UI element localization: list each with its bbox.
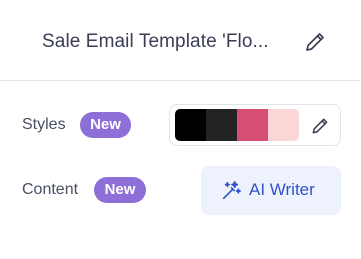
color-swatches <box>175 109 299 141</box>
ai-writer-label: AI Writer <box>249 180 315 199</box>
styles-label: Styles <box>22 116 66 133</box>
color-swatch <box>237 109 268 141</box>
color-swatch <box>268 109 299 141</box>
content-label: Content <box>22 181 79 198</box>
style-palette-picker[interactable] <box>169 104 341 146</box>
pencil-icon[interactable] <box>310 116 330 136</box>
template-header: Sale Email Template 'Flo... <box>0 0 361 81</box>
color-swatch <box>175 109 206 141</box>
styles-new-badge: New <box>80 112 131 138</box>
ai-writer-button[interactable]: AI Writer <box>201 166 341 215</box>
pencil-icon[interactable] <box>303 30 327 54</box>
template-title[interactable]: Sale Email Template 'Flo... <box>42 31 287 53</box>
magic-wand-icon <box>220 180 242 202</box>
color-swatch <box>206 109 237 141</box>
content-new-badge: New <box>94 177 146 203</box>
